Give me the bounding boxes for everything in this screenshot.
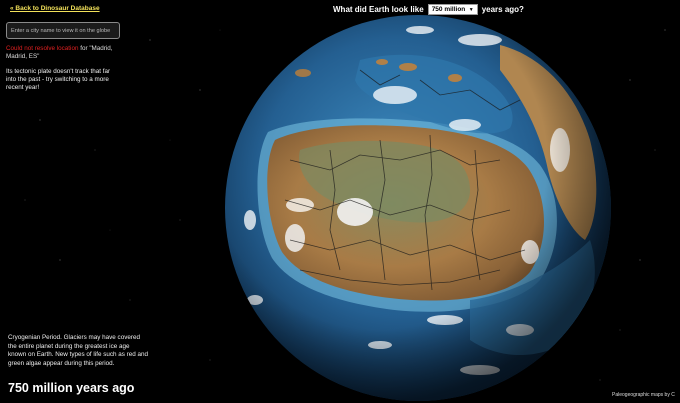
period-description: Cryogenian Period. Glaciers may have cov… xyxy=(8,334,149,367)
year-header: What did Earth look like 750 million ▼ y… xyxy=(333,4,524,15)
header-prefix: What did Earth look like xyxy=(333,5,424,14)
back-to-database-link[interactable]: « Back to Dinosaur Database xyxy=(10,5,100,12)
year-select[interactable]: 750 million ▼ xyxy=(427,4,478,15)
year-title: 750 million years ago xyxy=(8,381,135,395)
location-error: Could not resolve location for "Madrid, … xyxy=(6,45,118,61)
header-suffix: years ago? xyxy=(481,5,524,14)
map-credit[interactable]: Paleogeographic maps by C xyxy=(612,392,675,398)
city-search-input[interactable] xyxy=(6,22,120,39)
plate-hint: Its tectonic plate doesn't track that fa… xyxy=(6,68,111,91)
error-message: Could not resolve location xyxy=(6,45,79,52)
chevron-down-icon: ▼ xyxy=(468,6,474,13)
year-select-value: 750 million xyxy=(431,6,466,13)
